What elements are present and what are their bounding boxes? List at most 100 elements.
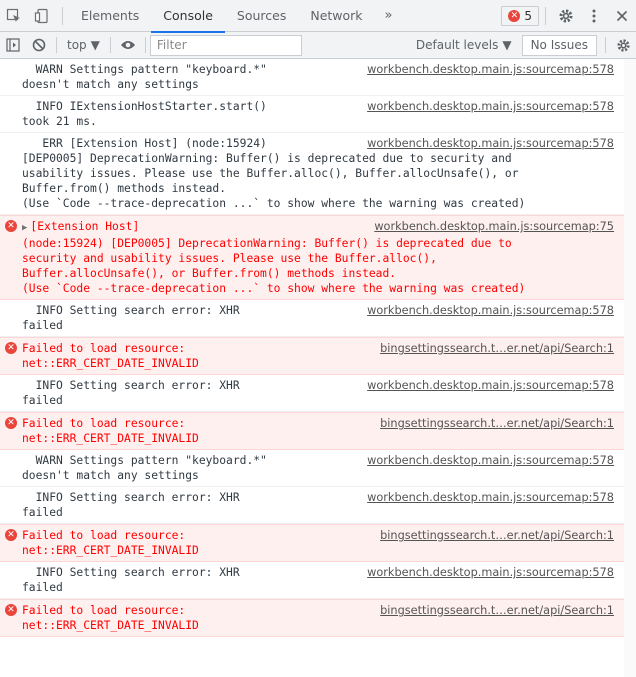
tab-sources[interactable]: Sources	[225, 0, 298, 32]
console-message[interactable]: INFO IExtensionHostStarter.start() workbe…	[0, 96, 636, 133]
source-link[interactable]: bingsettingssearch.t…er.net/api/Search:1	[380, 416, 614, 431]
filter-input[interactable]	[149, 34, 302, 56]
message-body: Failed to load resource: bingsettingssear…	[22, 416, 614, 446]
message-gutter: ✕	[0, 341, 22, 371]
live-expression-eye-icon[interactable]	[115, 32, 141, 59]
message-continuation: doesn't match any settings	[22, 78, 199, 91]
message-first-line: INFO Setting search error: XHR workbench.…	[22, 378, 614, 393]
close-icon[interactable]	[608, 0, 636, 32]
message-gutter: ✕	[0, 603, 22, 633]
console-settings-gear-icon[interactable]	[610, 32, 636, 59]
customize-menu-icon[interactable]	[580, 0, 608, 32]
levels-label: Default levels	[415, 38, 499, 52]
source-link[interactable]: workbench.desktop.main.js:sourcemap:578	[367, 490, 614, 505]
message-continuation: failed	[22, 394, 63, 407]
message-continuation: failed	[22, 319, 63, 332]
source-link[interactable]: bingsettingssearch.t…er.net/api/Search:1	[380, 603, 614, 618]
message-text: INFO Setting search error: XHR	[22, 565, 240, 580]
console-message[interactable]: INFO Setting search error: XHR workbench.…	[0, 487, 636, 524]
context-label: top	[67, 38, 87, 52]
log-levels-dropdown[interactable]: Default levels ▼	[410, 38, 518, 52]
message-continuation: (node:15924) [DEP0005] DeprecationWarnin…	[22, 237, 526, 295]
console-error-message[interactable]: ✕ Failed to load resource: bingsettingssea…	[0, 524, 636, 562]
message-first-line: WARN Settings pattern "keyboard.*" workbe…	[22, 62, 614, 77]
message-body: INFO IExtensionHostStarter.start() workbe…	[22, 99, 614, 129]
console-error-message[interactable]: ✕ Failed to load resource: bingsettingssea…	[0, 412, 636, 450]
inspect-element-icon[interactable]	[0, 0, 28, 32]
message-first-line: WARN Settings pattern "keyboard.*" workbe…	[22, 453, 614, 468]
dropdown-arrow-icon: ▼	[90, 38, 100, 52]
source-link[interactable]: workbench.desktop.main.js:sourcemap:578	[367, 136, 614, 151]
message-first-text: WARN Settings pattern "keyboard.*"	[22, 454, 267, 467]
tab-console[interactable]: Console	[151, 0, 225, 33]
message-gutter	[0, 136, 22, 211]
message-continuation: failed	[22, 506, 63, 519]
message-first-text: Failed to load resource:	[22, 342, 186, 355]
source-link[interactable]: workbench.desktop.main.js:sourcemap:578	[367, 453, 614, 468]
message-gutter	[0, 99, 22, 129]
console-scrollbar[interactable]	[624, 59, 636, 677]
source-link[interactable]: workbench.desktop.main.js:sourcemap:578	[367, 99, 614, 114]
message-first-line: Failed to load resource: bingsettingssear…	[22, 416, 614, 431]
context-selector[interactable]: top ▼	[61, 38, 106, 52]
source-link[interactable]: bingsettingssearch.t…er.net/api/Search:1	[380, 528, 614, 543]
issues-button[interactable]: No Issues	[521, 34, 597, 56]
message-text: INFO IExtensionHostStarter.start()	[22, 99, 267, 114]
message-body: ERR [Extension Host] (node:15924) workben…	[22, 136, 614, 211]
message-first-text: INFO Setting search error: XHR	[22, 379, 240, 392]
source-link[interactable]: workbench.desktop.main.js:sourcemap:578	[367, 565, 614, 580]
message-gutter: ✕	[0, 219, 22, 296]
toolbar-divider	[56, 37, 57, 53]
tabbar-right: ✕ 5	[501, 0, 636, 32]
console-message[interactable]: INFO Setting search error: XHR workbench.…	[0, 300, 636, 337]
source-link[interactable]: workbench.desktop.main.js:sourcemap:578	[367, 62, 614, 77]
source-link[interactable]: workbench.desktop.main.js:sourcemap:75	[374, 219, 614, 236]
expand-triangle-icon[interactable]: ▶	[22, 223, 27, 233]
message-first-line: INFO Setting search error: XHR workbench.…	[22, 303, 614, 318]
source-link[interactable]: workbench.desktop.main.js:sourcemap:578	[367, 378, 614, 393]
devtools-tabbar: Elements Console Sources Network » ✕ 5	[0, 0, 636, 33]
settings-gear-icon[interactable]	[552, 0, 580, 32]
message-first-line: INFO Setting search error: XHR workbench.…	[22, 565, 614, 580]
show-sidebar-icon[interactable]	[0, 32, 26, 59]
message-text: INFO Setting search error: XHR	[22, 490, 240, 505]
more-tabs-button[interactable]: »	[375, 8, 403, 23]
message-continuation: net::ERR_CERT_DATE_INVALID	[22, 432, 199, 445]
message-gutter	[0, 490, 22, 520]
message-gutter: ✕	[0, 528, 22, 558]
message-continuation: doesn't match any settings	[22, 469, 199, 482]
message-text: Failed to load resource:	[22, 603, 185, 618]
source-link[interactable]: bingsettingssearch.t…er.net/api/Search:1	[380, 341, 614, 356]
error-count-badge[interactable]: ✕ 5	[501, 5, 539, 26]
error-icon: ✕	[5, 220, 17, 232]
message-gutter	[0, 62, 22, 92]
tab-elements[interactable]: Elements	[69, 0, 151, 32]
console-message[interactable]: INFO Setting search error: XHR workbench.…	[0, 375, 636, 412]
console-error-message[interactable]: ✕ Failed to load resource: bingsettingssea…	[0, 337, 636, 375]
console-message[interactable]: WARN Settings pattern "keyboard.*" workbe…	[0, 59, 636, 96]
message-first-line: ERR [Extension Host] (node:15924) workben…	[22, 136, 614, 151]
toolbar-divider	[109, 37, 111, 53]
tab-network[interactable]: Network	[298, 0, 374, 32]
toolbar-divider	[144, 37, 146, 53]
error-icon: ✕	[508, 9, 521, 22]
toolbar-divider	[605, 37, 606, 53]
console-error-message[interactable]: ✕ Failed to load resource: bingsettingssea…	[0, 599, 636, 637]
device-toolbar-icon[interactable]	[28, 0, 56, 32]
message-first-text: INFO Setting search error: XHR	[22, 304, 240, 317]
console-message[interactable]: WARN Settings pattern "keyboard.*" workbe…	[0, 450, 636, 487]
console-message[interactable]: INFO Setting search error: XHR workbench.…	[0, 562, 636, 599]
console-error-message[interactable]: ✕ ▶ [Extension Host] workbench.desktop.main…	[0, 215, 636, 300]
error-count: 5	[524, 8, 532, 23]
message-continuation: net::ERR_CERT_DATE_INVALID	[22, 544, 199, 557]
message-text: Failed to load resource:	[22, 528, 185, 543]
message-first-line: INFO Setting search error: XHR workbench.…	[22, 490, 614, 505]
message-body: WARN Settings pattern "keyboard.*" workbe…	[22, 453, 614, 483]
console-message[interactable]: ERR [Extension Host] (node:15924) workben…	[0, 133, 636, 215]
message-first-text: INFO Setting search error: XHR	[22, 491, 240, 504]
source-link[interactable]: workbench.desktop.main.js:sourcemap:578	[367, 303, 614, 318]
clear-console-icon[interactable]	[26, 32, 52, 59]
message-gutter	[0, 453, 22, 483]
error-icon: ✕	[5, 529, 17, 541]
console-messages: WARN Settings pattern "keyboard.*" workbe…	[0, 59, 636, 677]
